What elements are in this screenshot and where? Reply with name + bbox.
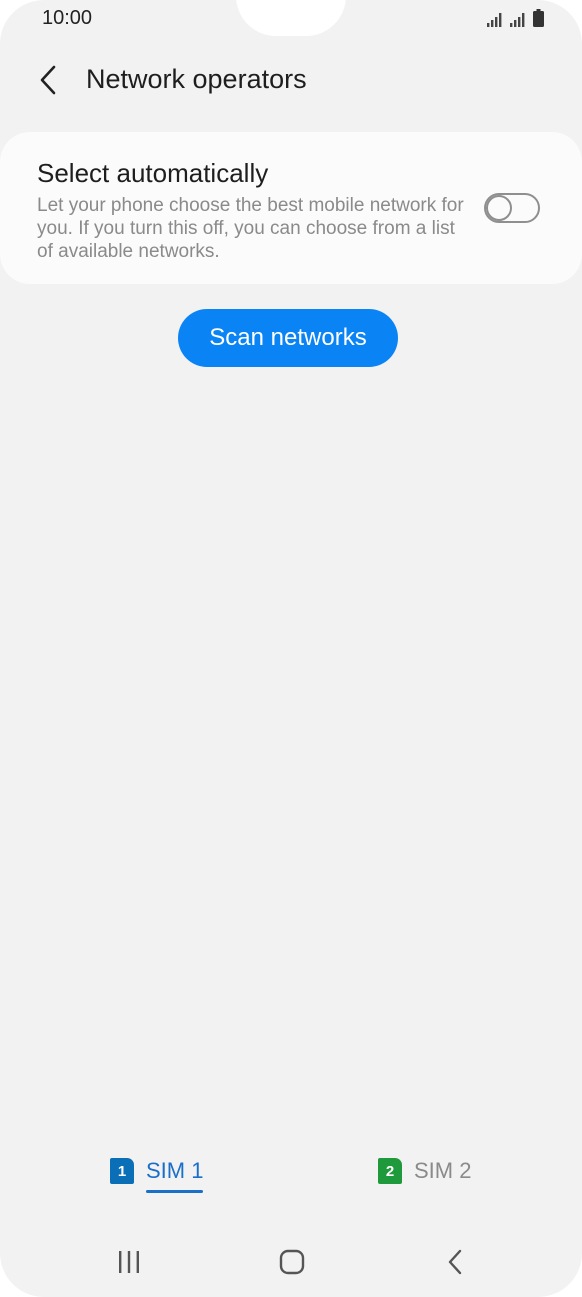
navigation-bar — [0, 1232, 582, 1292]
home-button[interactable] — [272, 1246, 312, 1278]
sim-2-label-text: SIM 2 — [414, 1158, 472, 1183]
toggle-knob — [486, 195, 512, 221]
sim-1-label: SIM 1 — [146, 1158, 204, 1193]
app-header: Network operators — [0, 50, 582, 110]
chevron-left-icon — [40, 65, 56, 95]
sim-1-label-text: SIM 1 — [146, 1158, 204, 1183]
sim-tabs: 1 SIM 1 2 SIM 2 — [0, 1150, 582, 1200]
active-tab-indicator — [146, 1190, 204, 1193]
select-automatically-card[interactable]: Select automatically Let your phone choo… — [0, 132, 582, 284]
battery-icon — [533, 9, 544, 32]
back-icon — [448, 1249, 462, 1275]
sim-2-icon: 2 — [378, 1158, 402, 1184]
sim-2-label: SIM 2 — [414, 1158, 471, 1192]
tab-sim-2[interactable]: 2 SIM 2 — [378, 1150, 471, 1194]
back-button[interactable] — [30, 62, 66, 98]
select-automatically-toggle[interactable] — [484, 193, 540, 223]
recents-button[interactable] — [109, 1246, 149, 1278]
status-icons — [487, 9, 544, 32]
signal-sim2-icon — [510, 11, 528, 32]
signal-sim1-icon — [487, 11, 505, 32]
select-automatically-title: Select automatically — [37, 158, 269, 188]
status-bar: 10:00 — [0, 0, 582, 36]
status-time: 10:00 — [42, 7, 93, 29]
page-title: Network operators — [86, 64, 307, 94]
phone-screen: 10:00 Network operators Select automatic… — [0, 0, 582, 1297]
select-automatically-description: Let your phone choose the best mobile ne… — [37, 195, 464, 262]
scan-networks-button[interactable]: Scan networks — [178, 309, 398, 367]
home-icon — [279, 1249, 305, 1275]
sim-1-icon: 1 — [110, 1158, 134, 1184]
system-back-button[interactable] — [435, 1246, 475, 1278]
tab-sim-1[interactable]: 1 SIM 1 — [110, 1150, 204, 1194]
recents-icon — [119, 1251, 139, 1273]
